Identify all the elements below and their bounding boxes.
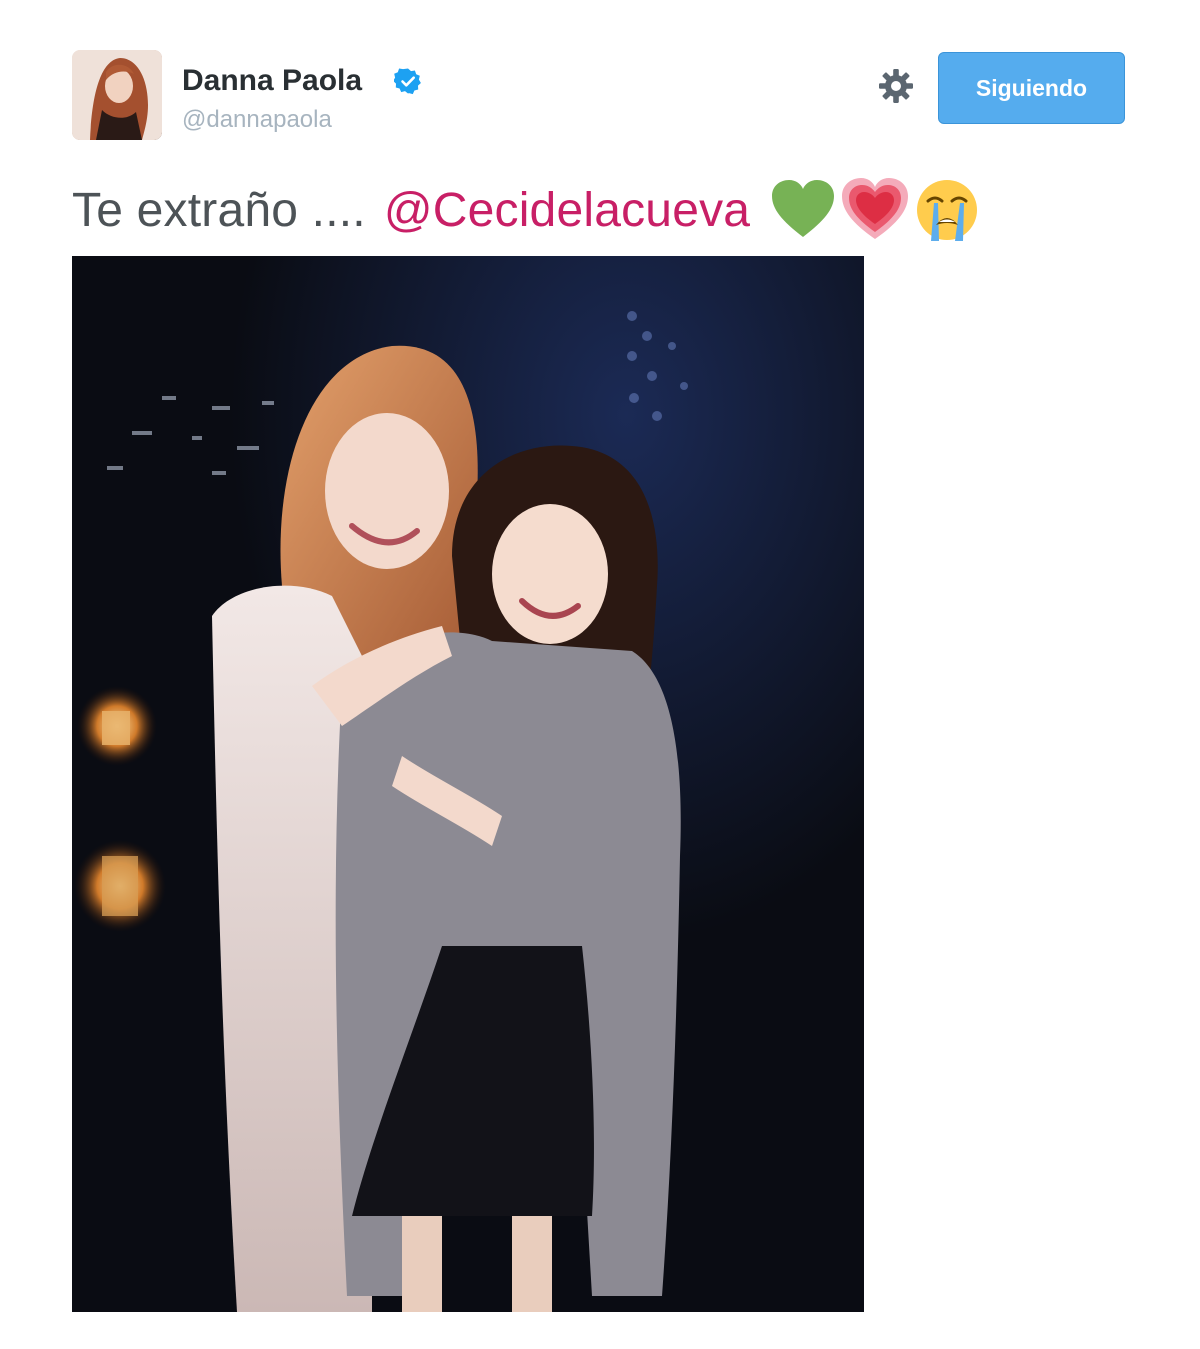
tweet-text: Te extraño .... @Cecidelacueva: [72, 178, 986, 242]
gear-icon[interactable]: [876, 66, 916, 106]
tweet-photo[interactable]: [72, 256, 864, 1312]
tweet-card: Danna Paola @dannapaola Siguiendo Te ext…: [0, 0, 1200, 1349]
username-handle[interactable]: @dannapaola: [182, 106, 332, 134]
following-button[interactable]: Siguiendo: [938, 52, 1125, 124]
loudly-crying-face-icon: [914, 177, 980, 243]
green-heart-icon: [770, 177, 836, 243]
mention-link[interactable]: @Cecidelacueva: [384, 183, 750, 238]
verified-badge-icon: [394, 68, 421, 95]
avatar[interactable]: [72, 50, 162, 140]
tweet-text-plain: Te extraño ....: [72, 183, 366, 237]
display-name[interactable]: Danna Paola: [182, 64, 362, 98]
growing-heart-icon: [842, 177, 909, 243]
